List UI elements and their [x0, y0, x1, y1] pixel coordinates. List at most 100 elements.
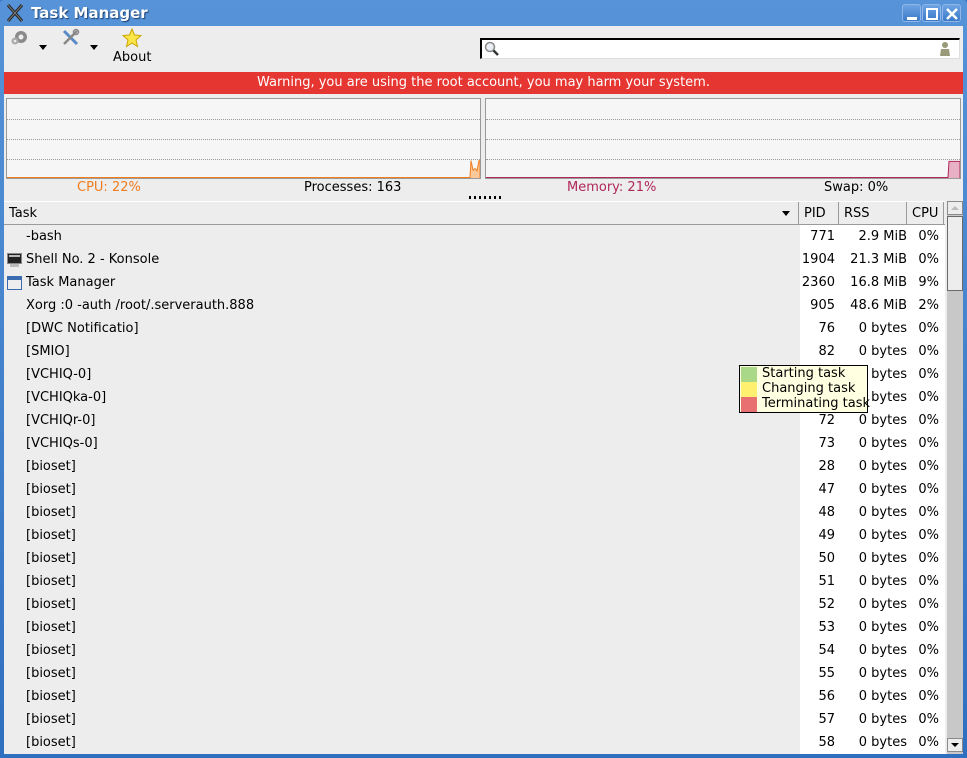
task-row[interactable]: [bioset] 57 0 bytes 0% [4, 708, 945, 731]
toolbar: About [4, 26, 963, 72]
task-rss: 0 bytes [858, 321, 907, 336]
task-name: [bioset] [26, 459, 76, 474]
task-name: [bioset] [26, 482, 76, 497]
task-cpu: 0% [918, 436, 939, 451]
task-name: [bioset] [26, 597, 76, 612]
scroll-down-button[interactable] [947, 738, 963, 752]
task-name: Shell No. 2 - Konsole [26, 252, 160, 267]
task-rss: 0 bytes [858, 712, 907, 727]
legend-swatch-changing [741, 382, 757, 397]
task-row[interactable]: [bioset] 56 0 bytes 0% [4, 685, 945, 708]
history-line [486, 160, 960, 178]
settings-menu-button[interactable] [10, 28, 30, 52]
vertical-scrollbar[interactable] [947, 201, 963, 754]
search-input[interactable] [504, 41, 934, 57]
task-row[interactable]: [DWC Notificatio] 76 0 bytes 0% [4, 317, 945, 340]
task-rss: 0 bytes [858, 505, 907, 520]
window-client-area: About Warning, you are using the root ac… [4, 26, 963, 754]
cpu-history-plot [7, 160, 480, 178]
history-area [7, 160, 480, 178]
title-bar[interactable]: Task Manager [0, 0, 967, 26]
pane-resize-handle[interactable] [469, 196, 502, 199]
legend-item-changing: Changing task [741, 381, 867, 397]
legend-label-terminating: Terminating task [762, 396, 871, 411]
task-rss: 0 bytes [858, 574, 907, 589]
sort-descending-icon [782, 211, 790, 216]
task-pid: 50 [818, 551, 835, 566]
task-name: [bioset] [26, 620, 76, 635]
column-header-pid-label: PID [804, 206, 826, 221]
settings-dropdown-arrow[interactable] [39, 45, 47, 50]
task-name: [bioset] [26, 689, 76, 704]
task-row[interactable]: [bioset] 53 0 bytes 0% [4, 616, 945, 639]
column-header-task-label: Task [9, 206, 38, 221]
task-pid: 73 [818, 436, 835, 451]
tools-dropdown-arrow[interactable] [90, 45, 98, 50]
task-pid: 771 [810, 229, 835, 244]
about-button[interactable] [121, 27, 143, 52]
task-row[interactable]: [bioset] 54 0 bytes 0% [4, 639, 945, 662]
task-row[interactable]: [SMIO] 82 0 bytes 0% [4, 340, 945, 363]
task-rss: 0 bytes [858, 528, 907, 543]
column-header-pid[interactable]: PID [799, 202, 839, 225]
search-field[interactable] [480, 38, 960, 59]
task-row[interactable]: Xorg :0 -auth /root/.serverauth.888 905 48… [4, 294, 945, 317]
memory-graph [485, 98, 961, 179]
tools-menu-button[interactable] [61, 28, 81, 52]
task-name: -bash [26, 229, 62, 244]
task-cpu: 0% [918, 321, 939, 336]
task-row[interactable]: [bioset] 47 0 bytes 0% [4, 478, 945, 501]
task-cpu: 0% [918, 505, 939, 520]
task-row[interactable]: [bioset] 50 0 bytes 0% [4, 547, 945, 570]
task-row[interactable]: [VCHIQs-0] 73 0 bytes 0% [4, 432, 945, 455]
task-cpu: 0% [918, 712, 939, 727]
task-pid: 54 [818, 643, 835, 658]
scroll-up-button[interactable] [947, 201, 963, 215]
task-row[interactable]: Task Manager 2360 16.8 MiB 9% [4, 271, 945, 294]
history-area [486, 161, 960, 178]
task-rss: 0 bytes [858, 344, 907, 359]
task-rss: 0 bytes [858, 551, 907, 566]
task-rss: 2.9 MiB [858, 229, 907, 244]
about-label[interactable]: About [113, 50, 151, 65]
column-header-cpu-label: CPU [912, 206, 939, 221]
task-row[interactable]: [bioset] 28 0 bytes 0% [4, 455, 945, 478]
search-icon [484, 41, 499, 56]
scrollbar-thumb[interactable] [947, 216, 963, 291]
user-filter-icon[interactable] [937, 41, 953, 57]
task-row[interactable]: [bioset] 55 0 bytes 0% [4, 662, 945, 685]
close-button[interactable] [942, 4, 961, 22]
task-rss: 0 bytes [858, 436, 907, 451]
minimize-icon [907, 17, 917, 20]
task-cpu: 0% [918, 367, 939, 382]
maximize-button[interactable] [922, 4, 941, 22]
scroll-down-arrow-icon [951, 743, 959, 747]
task-cpu: 0% [918, 413, 939, 428]
task-pid: 49 [818, 528, 835, 543]
minimize-button[interactable] [902, 4, 921, 22]
cpu-graph [6, 98, 481, 179]
task-row[interactable]: Shell No. 2 - Konsole 1904 21.3 MiB 0% [4, 248, 945, 271]
task-row[interactable]: [bioset] 48 0 bytes 0% [4, 501, 945, 524]
task-cpu: 0% [918, 528, 939, 543]
task-name: [bioset] [26, 505, 76, 520]
task-pid: 57 [818, 712, 835, 727]
column-header-task[interactable]: Task [4, 202, 799, 225]
task-row[interactable]: [bioset] 49 0 bytes 0% [4, 524, 945, 547]
task-row[interactable]: [bioset] 58 0 bytes 0% [4, 731, 945, 754]
task-rss: 0 bytes [858, 482, 907, 497]
task-row[interactable]: -bash 771 2.9 MiB 0% [4, 225, 945, 248]
column-header-rss[interactable]: RSS [839, 202, 907, 225]
task-name: [bioset] [26, 551, 76, 566]
task-pid: 28 [818, 459, 835, 474]
column-header-cpu[interactable]: CPU [907, 202, 944, 225]
legend-label-starting: Starting task [762, 366, 846, 381]
task-name: [bioset] [26, 666, 76, 681]
task-name: [VCHIQka-0] [26, 390, 107, 405]
task-row[interactable]: [bioset] 52 0 bytes 0% [4, 593, 945, 616]
task-rss: 21.3 MiB [850, 252, 907, 267]
cpu-usage-label: CPU: 22% [77, 180, 141, 195]
task-color-legend-tooltip: Starting task Changing task Terminating … [739, 365, 871, 413]
task-cpu: 0% [918, 252, 939, 267]
task-row[interactable]: [bioset] 51 0 bytes 0% [4, 570, 945, 593]
